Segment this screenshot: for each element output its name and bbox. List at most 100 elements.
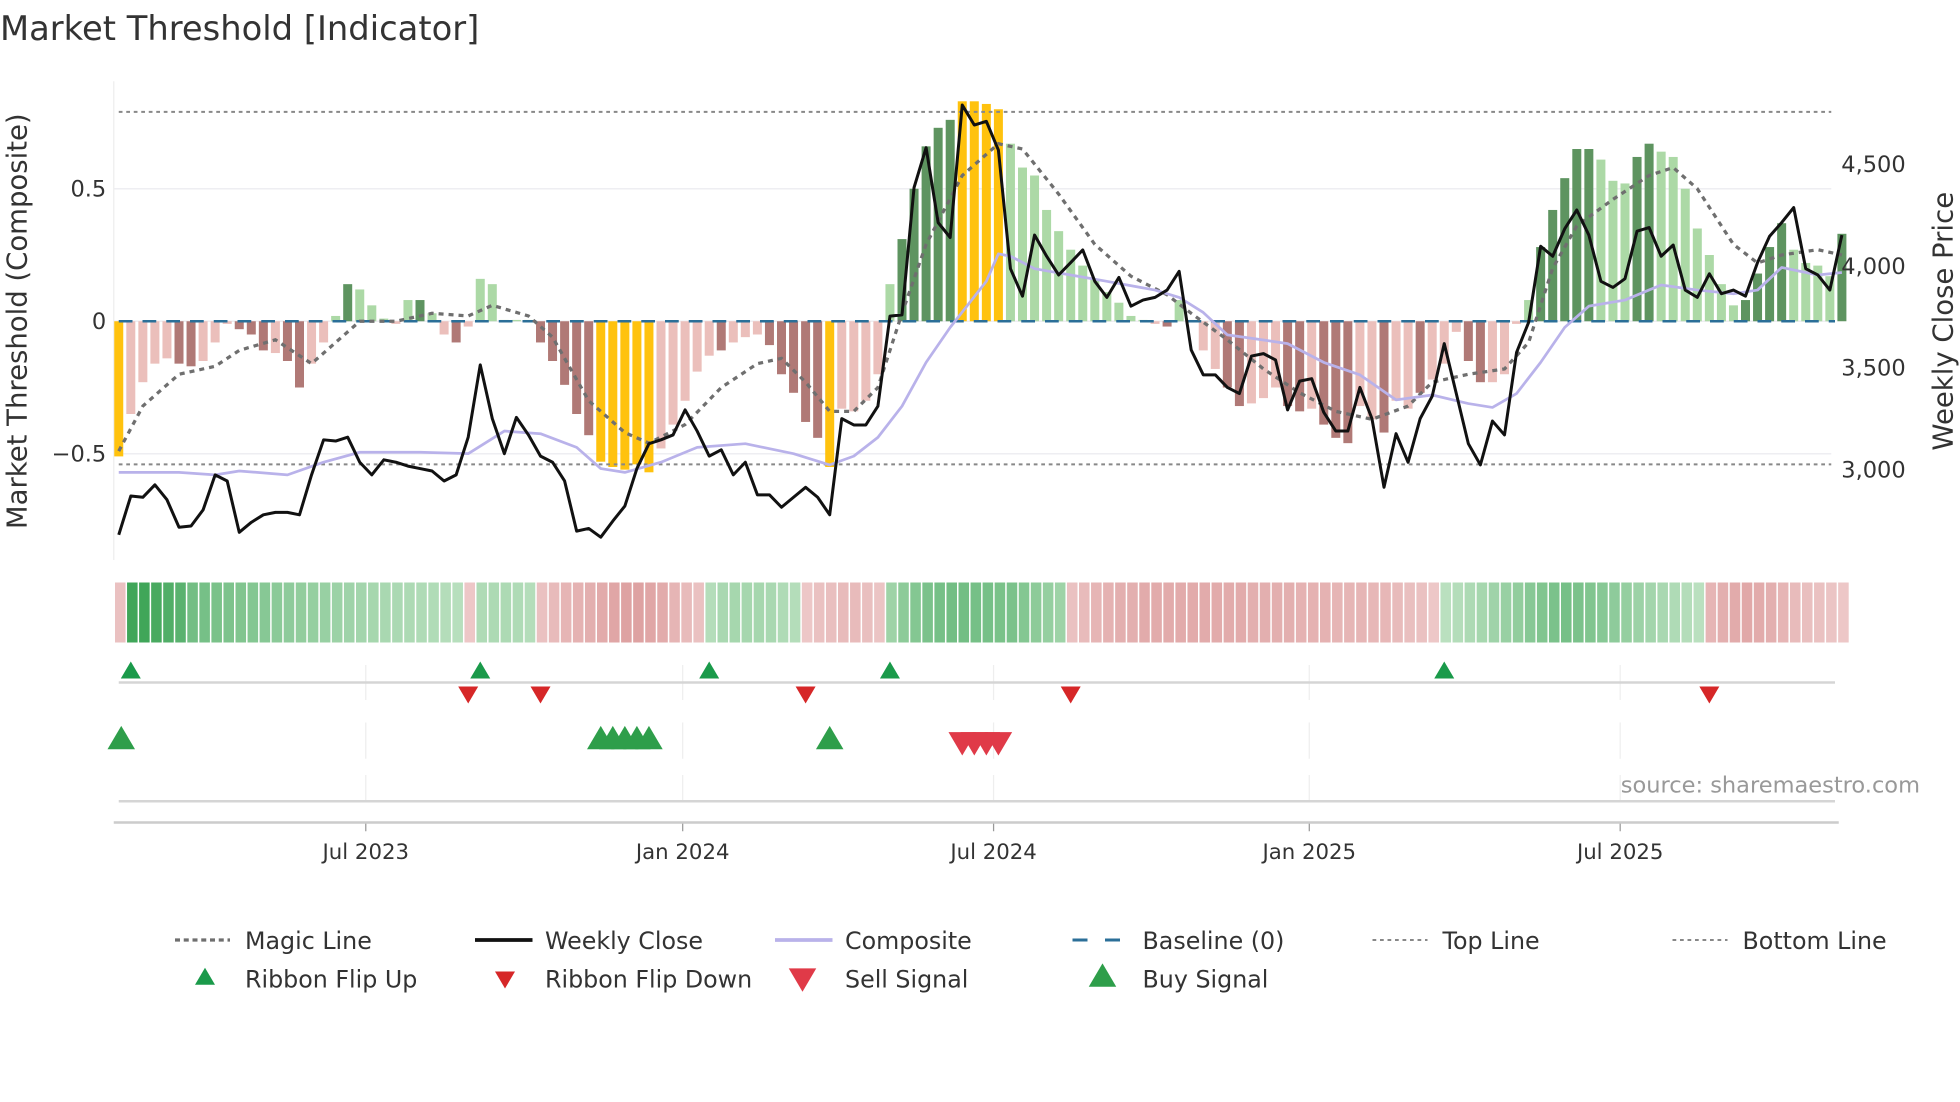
ribbon-cell [910,582,921,643]
composite-bar [1114,302,1124,322]
ribbon-cell [392,582,403,643]
ribbon-cell [681,582,692,643]
ribbon-cell [657,582,668,643]
y-tick-label-right: 3,500 [1841,356,1905,382]
ribbon-cell [1187,582,1198,643]
ribbon-cell [1621,582,1632,643]
ribbon-cell [211,582,222,643]
ribbon-cell [1283,582,1295,643]
ribbon-cell [1332,582,1343,643]
y-tick-label-right: 4,500 [1841,152,1905,178]
ribbon-cell [1669,582,1680,643]
ribbon-cell [1320,582,1331,643]
composite-bar [596,321,606,462]
ribbon-cell [1271,582,1283,643]
ribbon-cell [1753,582,1765,643]
ribbon-cell [1585,582,1596,643]
composite-bar [692,321,702,372]
ribbon-cell [151,582,162,643]
ribbon-cell [1802,582,1813,643]
composite-bar [439,321,449,335]
ribbon-cell [1344,582,1355,643]
ribbon-cell [1777,582,1789,643]
ribbon-flip-up-marker [470,661,491,679]
legend-label: Sell Signal [845,966,968,994]
composite-bar [475,278,485,322]
ribbon-cell [1609,582,1620,643]
composite-bar [1415,321,1425,393]
legend-label: Bottom Line [1743,927,1887,955]
ribbon-cell [1307,582,1319,643]
ribbon-cell [633,582,644,643]
ribbon-cell [777,582,789,643]
legend-label: Composite [845,927,972,955]
composite-bar [740,321,750,338]
ribbon-cell [1139,582,1150,643]
ribbon-cell [669,582,680,643]
legend-flip-down-icon [495,971,515,989]
ribbon-flip-down-marker [530,686,551,704]
ribbon-cell [1597,582,1608,643]
composite-bar [355,289,365,322]
composite-bar [1668,156,1678,322]
ribbon-cell [1476,582,1488,643]
ribbon-flip-down-marker [795,686,816,704]
composite-bar [1741,300,1750,322]
ribbon-cell [609,582,620,643]
ribbon-cell [1645,582,1656,643]
ribbon-cell [693,582,704,643]
composite-bar [1367,321,1377,420]
composite-bar [1596,159,1606,322]
legend-label: Ribbon Flip Up [245,966,417,994]
ribbon-cell [922,582,933,643]
legend: Magic Line Weekly Close Composite Baseline … [175,927,1887,994]
ribbon-cell [982,582,994,643]
ribbon-cell [1175,582,1186,643]
composite-bar [632,321,642,465]
ribbon-cell [1115,582,1126,643]
ribbon-flip-down-marker [1060,686,1081,704]
ribbon-cell [1380,582,1391,643]
legend-label: Baseline (0) [1143,927,1285,955]
x-tick-label: Jul 2024 [948,840,1036,865]
composite-line [118,252,1843,477]
composite-bar [150,321,160,364]
composite-bar [463,321,473,327]
composite-bar [1451,321,1461,332]
composite-bar [1174,300,1184,322]
composite-bar [1512,321,1522,324]
legend-label: Top Line [1442,927,1540,955]
ribbon-cell [1464,582,1476,643]
ribbon-cell [1127,582,1138,643]
composite-bar [186,321,196,367]
ribbon-flip-up-marker [1434,661,1455,679]
composite-bar [704,321,714,356]
ribbon-flip-down-marker [458,686,479,704]
x-tick-label: Jan 2025 [1260,840,1356,865]
ribbon-cell [1826,582,1837,643]
ribbon-flip-up-marker [120,661,141,679]
composite-bar [656,321,666,449]
ribbon-cell [524,582,536,643]
ribbon-cell [801,582,813,643]
composite-bar [716,321,726,351]
ribbon-cell [488,582,500,643]
composite-bar [1560,178,1570,322]
composite-bar [1018,167,1027,322]
composite-bar [1680,188,1690,322]
ribbon-cell [1235,582,1247,643]
ribbon-cell [512,582,524,643]
composite-bar [1331,321,1341,438]
composite-bar [367,305,377,322]
ribbon-cell [1765,582,1777,643]
ribbon-cell [1681,582,1693,643]
ribbon-cell [1054,582,1066,643]
ribbon-cell [271,582,283,643]
ribbon-cell [307,582,319,643]
ribbon-cell [536,582,548,643]
ribbon-cell [452,582,463,643]
ribbon-cell [1392,582,1403,643]
composite-bar [728,321,738,343]
ribbon-cell [1247,582,1259,643]
composite-bar [1656,151,1666,322]
